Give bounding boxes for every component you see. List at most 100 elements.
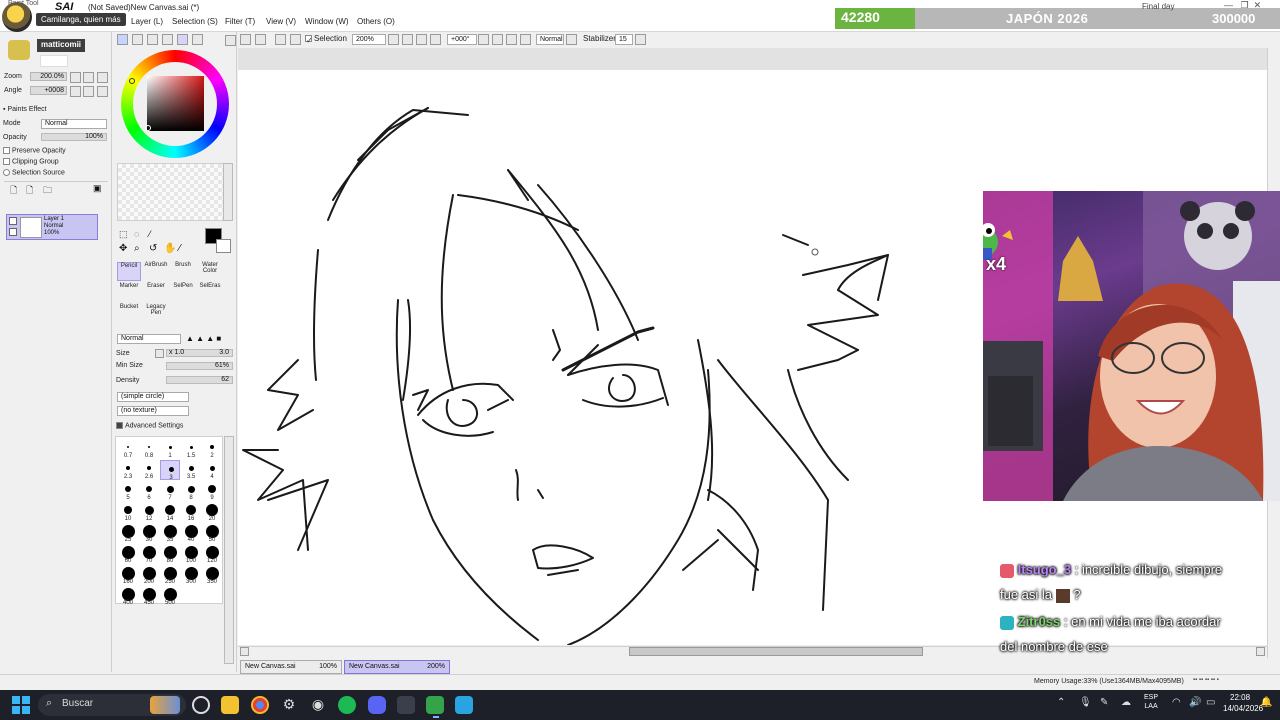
toolbar-zoom-out-icon[interactable] [402,34,413,45]
rotate-icon[interactable]: ↺ [149,243,157,254]
swatch-icon[interactable] [177,34,188,45]
scratchpad-icon[interactable] [192,34,203,45]
brush-size-cell[interactable]: 8 [181,481,201,501]
toolbar-blend-field[interactable]: Normal [536,34,564,45]
brush-size-cell[interactable]: 35 [160,523,180,543]
toolbar-rotate-left-icon[interactable] [492,34,503,45]
notification-icon[interactable]: 🔔 [1260,697,1272,708]
zoom-icon[interactable]: ⌕ [134,243,140,254]
brush-size-cell[interactable]: 2.6 [139,460,159,480]
delete-layer-icon[interactable]: ▣ [93,183,102,194]
min-size-slider[interactable]: 61% [166,362,233,370]
brush-size-cell[interactable]: 25 [118,523,138,543]
app-icon[interactable] [397,696,415,714]
zoom-out-icon[interactable] [70,72,81,83]
clipping-group-checkbox[interactable]: Clipping Group [3,158,59,165]
cloud-icon[interactable]: ☁ [1121,697,1131,708]
close-icon[interactable]: ✕ [1254,0,1262,10]
horizontal-scrollbar-thumb[interactable] [629,647,923,656]
rect-select-icon[interactable]: ⬚ [119,229,128,240]
hand-icon[interactable]: ✋ [164,243,176,254]
invert-select-icon[interactable] [290,34,301,45]
new-folder-icon[interactable]: 🗀 [43,183,52,199]
scroll-left-icon[interactable] [240,647,249,656]
file-explorer-icon[interactable] [221,696,239,714]
sai-taskbar-icon[interactable] [426,696,444,714]
search-highlight-icon[interactable] [150,696,180,714]
brush-size-cell[interactable]: 9 [202,481,222,501]
background-color[interactable] [216,239,231,253]
brush-size-cell[interactable]: 70 [139,544,159,564]
stabilizer-dropdown-icon[interactable] [635,34,646,45]
brush-size-cell[interactable]: 100 [181,544,201,564]
rotate-right-icon[interactable] [83,86,94,97]
doc-tab-2[interactable]: New Canvas.sai 200% [344,660,450,674]
brush-size-cell[interactable]: 120 [202,544,222,564]
brush-size-cell[interactable]: 7 [160,481,180,501]
brush-size-cell[interactable]: 200 [139,565,159,585]
rotate-left-icon[interactable] [70,86,81,97]
brush-size-cell[interactable]: 350 [202,565,222,585]
new-layer-icon[interactable]: 🗋 [10,183,17,199]
menu-selection[interactable]: Selection (S) [172,17,218,26]
tool-selpen[interactable]: SelPen [171,283,195,302]
navigator-preview[interactable] [40,55,68,67]
new-linework-icon[interactable]: 🗋 [26,183,33,199]
color-cursor[interactable] [145,125,151,131]
brush-size-cell[interactable]: 3 [160,460,180,481]
spotify-icon[interactable] [338,696,356,714]
wifi-icon[interactable]: ◠ [1172,697,1181,708]
toolbar-blend-dropdown-icon[interactable] [566,34,577,45]
undo-icon[interactable] [240,34,251,45]
size-lock-icon[interactable] [155,349,164,358]
brush-size-cell[interactable]: 2 [202,439,222,459]
pen-icon[interactable]: ✎ [1100,697,1108,708]
mode-select[interactable]: Normal [41,119,107,129]
eye-icon[interactable] [9,217,17,225]
brush-size-cell[interactable]: 1.5 [181,439,201,459]
brush-size-cell[interactable]: 250 [160,565,180,585]
lasso-icon[interactable]: ◌ [134,229,139,239]
tool-watercolor[interactable]: Water Color [198,262,222,281]
obs-icon[interactable]: ◉ [309,696,327,714]
toolbar-rotate-right-icon[interactable] [506,34,517,45]
discord-icon[interactable] [368,696,386,714]
monitor-app-icon[interactable] [455,696,473,714]
brush-size-cell[interactable]: 3.5 [181,460,201,480]
window-controls[interactable]: — ❐ ✕ [1224,0,1261,11]
color-mode-buttons[interactable] [117,34,207,46]
tool-marker[interactable]: Marker [117,283,141,302]
toolbar-zoom-field[interactable]: 200% [352,34,386,45]
brush-size-cell[interactable]: 50 [202,523,222,543]
tray-chevron-icon[interactable]: ⌃ [1057,697,1065,708]
brush-size-cell[interactable]: 20 [202,502,222,522]
tool-seleras[interactable]: SelEras [198,283,222,302]
brush-size-cell[interactable]: 0.7 [118,439,138,459]
brush-size-cell[interactable]: 14 [160,502,180,522]
toolbar-zoom-fit-icon[interactable] [430,34,441,45]
battery-icon[interactable]: ▭ [1206,697,1215,708]
zoom-field[interactable]: 200.0% [30,72,67,81]
brush-size-cell[interactable]: 40 [181,523,201,543]
brush-texture-select[interactable]: (no texture) [117,406,189,416]
task-view-icon[interactable] [192,696,210,714]
redo-icon[interactable] [255,34,266,45]
menu-window[interactable]: Window (W) [305,17,349,26]
settings-icon[interactable]: ⚙ [280,696,298,714]
brush-shape-select[interactable]: (simple circle) [117,392,189,402]
zoom-reset-icon[interactable] [97,72,108,83]
minimize-icon[interactable]: — [1224,0,1233,10]
zoom-in-icon[interactable] [83,72,94,83]
panel-toggle-icon[interactable] [225,35,236,46]
preserve-opacity-checkbox[interactable]: Preserve Opacity [3,147,66,154]
menu-others[interactable]: Others (O) [357,17,395,26]
toolbar-zoom-in-icon[interactable] [416,34,427,45]
swatch-area[interactable] [117,163,227,221]
brush-size-cell[interactable]: 4 [202,460,222,480]
brush-size-cell[interactable]: 5 [118,481,138,501]
eyedropper-icon[interactable]: ⁄ [179,243,181,254]
brush-size-cell[interactable]: 450 [139,586,159,606]
brush-blend-select[interactable]: Normal [117,334,181,344]
brush-size-cell[interactable]: 400 [118,586,138,606]
color-wheel-mode-icon[interactable] [117,34,128,45]
